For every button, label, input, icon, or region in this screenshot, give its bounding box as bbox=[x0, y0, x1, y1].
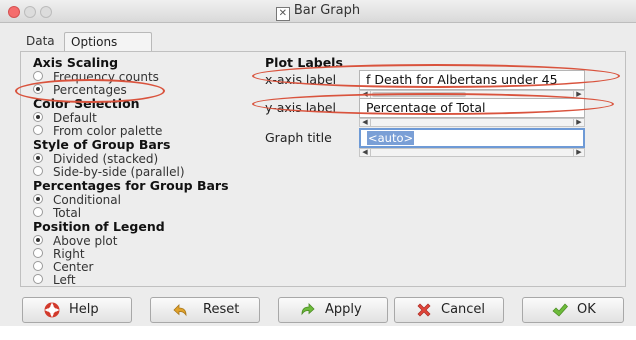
scroll-left-icon[interactable]: ◀ bbox=[360, 119, 371, 126]
cancel-button[interactable]: Cancel bbox=[394, 297, 504, 323]
radio-label: Percentages bbox=[53, 83, 127, 97]
radio-button[interactable] bbox=[33, 194, 43, 204]
plot-labels-group: Plot Labels x-axis label f Death for Alb… bbox=[253, 55, 605, 157]
cancel-x-icon bbox=[417, 303, 431, 317]
tab-options[interactable]: Options bbox=[64, 32, 152, 52]
radio-label: Above plot bbox=[53, 234, 118, 248]
radio-label: Right bbox=[53, 247, 85, 261]
group-bar-style-heading: Style of Group Bars bbox=[33, 137, 171, 152]
app-window-icon: ✕ bbox=[275, 7, 290, 21]
radio-label: Left bbox=[53, 273, 76, 287]
scroll-right-icon[interactable]: ▶ bbox=[573, 119, 584, 126]
title-bar: ✕ Bar Graph bbox=[0, 0, 636, 23]
radio-button[interactable] bbox=[33, 112, 43, 122]
bar-graph-dialog: ✕ Bar Graph Data Options Axis Scaling Fre… bbox=[0, 0, 636, 326]
scroll-right-icon[interactable]: ▶ bbox=[573, 149, 584, 156]
lifebuoy-icon bbox=[44, 302, 60, 318]
apply-button[interactable]: Apply bbox=[278, 297, 388, 323]
reset-button[interactable]: Reset bbox=[150, 297, 260, 323]
radio-label: Total bbox=[53, 206, 82, 220]
scroll-right-icon[interactable]: ▶ bbox=[573, 91, 584, 98]
scroll-left-icon[interactable]: ◀ bbox=[360, 149, 371, 156]
ok-button[interactable]: OK bbox=[522, 297, 624, 323]
window-title: Bar Graph bbox=[293, 3, 361, 18]
window-title-container: ✕ Bar Graph bbox=[0, 3, 636, 21]
graph-title-selected-text: <auto> bbox=[367, 131, 415, 145]
radio-button[interactable] bbox=[33, 235, 43, 245]
apply-button-label: Apply bbox=[325, 302, 362, 317]
radio-button[interactable] bbox=[33, 125, 43, 135]
options-panel: Axis Scaling Frequency counts Percentage… bbox=[20, 51, 626, 287]
x-axis-label-field[interactable]: f Death for Albertans under 45 bbox=[359, 70, 585, 90]
group-bar-percentages-heading: Percentages for Group Bars bbox=[33, 178, 229, 193]
graph-title-field[interactable]: <auto> bbox=[359, 128, 585, 148]
help-button-label: Help bbox=[69, 302, 99, 317]
radio-label: Frequency counts bbox=[53, 70, 159, 84]
x-axis-label-caption: x-axis label bbox=[265, 72, 337, 87]
reset-button-label: Reset bbox=[203, 302, 240, 317]
radio-button[interactable] bbox=[33, 166, 43, 176]
radio-label: Side-by-side (parallel) bbox=[53, 165, 185, 179]
radio-label: From color palette bbox=[53, 124, 163, 138]
help-button[interactable]: Help bbox=[22, 297, 132, 323]
cancel-button-label: Cancel bbox=[441, 302, 486, 317]
radio-button[interactable] bbox=[33, 261, 43, 271]
y-axis-label-scrollbar[interactable]: ◀ ▶ bbox=[359, 118, 585, 127]
undo-arrow-icon bbox=[173, 304, 187, 317]
scroll-left-icon[interactable]: ◀ bbox=[360, 91, 371, 98]
checkmark-icon bbox=[552, 303, 568, 317]
graph-title-caption: Graph title bbox=[265, 130, 332, 145]
radio-button[interactable] bbox=[33, 248, 43, 258]
radio-button[interactable] bbox=[33, 71, 43, 81]
graph-title-scrollbar[interactable]: ◀ ▶ bbox=[359, 148, 585, 157]
radio-label: Divided (stacked) bbox=[53, 152, 159, 166]
axis-scaling-heading: Axis Scaling bbox=[33, 55, 119, 70]
redo-arrow-icon bbox=[301, 303, 315, 316]
radio-button[interactable] bbox=[33, 153, 43, 163]
ok-button-label: OK bbox=[577, 302, 596, 317]
radio-label: Default bbox=[53, 111, 97, 125]
radio-label: Center bbox=[53, 260, 94, 274]
color-selection-heading: Color Selection bbox=[33, 96, 140, 111]
y-axis-label-caption: y-axis label bbox=[265, 100, 336, 115]
radio-button[interactable] bbox=[33, 84, 43, 94]
radio-label: Conditional bbox=[53, 193, 121, 207]
legend-position-heading: Position of Legend bbox=[33, 219, 165, 234]
radio-button[interactable] bbox=[33, 207, 43, 217]
radio-button[interactable] bbox=[33, 274, 43, 284]
plot-labels-heading: Plot Labels bbox=[265, 55, 343, 70]
scroll-thumb[interactable] bbox=[372, 92, 466, 97]
y-axis-label-field[interactable]: Percentage of Total bbox=[359, 98, 585, 118]
